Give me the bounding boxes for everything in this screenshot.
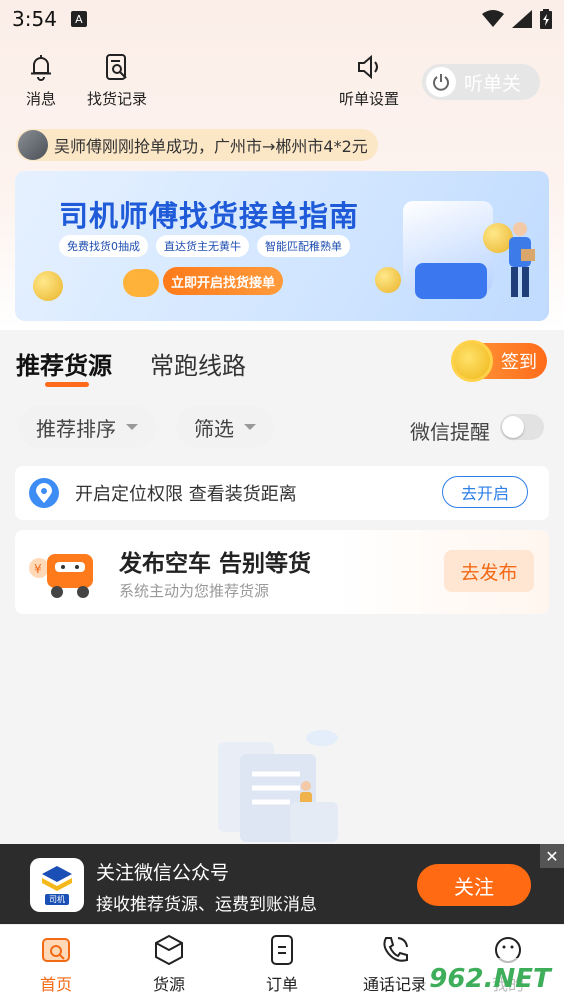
speaker-icon [358, 54, 378, 80]
avatar [18, 130, 48, 160]
empty-state-illustration [218, 730, 338, 842]
section-divider [0, 456, 564, 466]
wechat-remind-label: 微信提醒 [410, 420, 490, 444]
battery-icon [540, 9, 552, 29]
enable-location-button[interactable]: 去开启 [442, 476, 528, 508]
bell-icon [31, 55, 51, 81]
switch-knob [502, 416, 524, 438]
nav-label: 首页 [39, 975, 72, 994]
banner-feature: 免费找货0抽成 [59, 235, 148, 257]
signin-button[interactable]: 签到 [451, 340, 547, 382]
location-pin-icon [29, 478, 59, 508]
phone-icon [383, 937, 408, 962]
notification-a-icon: A [70, 11, 87, 27]
home-search-icon [42, 938, 70, 962]
site-watermark: 962.NET [424, 958, 556, 1000]
filter-dropdown[interactable]: 筛选 [176, 406, 274, 448]
power-icon [426, 67, 456, 97]
close-icon[interactable]: ✕ [540, 844, 564, 868]
location-permission-card: 开启定位权限 查看装货距离 去开启 [15, 466, 549, 520]
tab-recommended[interactable]: 推荐货源 [16, 346, 112, 381]
svg-text:¥: ¥ [34, 562, 42, 576]
app-logo: 司机 [30, 858, 84, 912]
banner-feature: 直达货主无黄牛 [156, 235, 249, 257]
publish-button[interactable]: 去发布 [444, 550, 534, 592]
wifi-icon [482, 10, 504, 27]
tab-routes[interactable]: 常跑线路 [150, 346, 246, 381]
wechat-follow-bar: 司机 关注微信公众号 接收推荐货源、运费到账消息 关注 ✕ [0, 844, 564, 924]
banner-feature: 智能匹配稚熟单 [257, 235, 350, 257]
signin-label: 签到 [501, 352, 537, 373]
logo-text: 司机 [45, 893, 69, 905]
nav-label: 订单 [265, 975, 298, 994]
messages-button[interactable]: 消息 [26, 52, 56, 109]
location-card-text: 开启定位权限 查看装货距离 [75, 484, 297, 505]
wechat-remind-switch[interactable] [500, 414, 544, 440]
caret-down-icon [244, 424, 256, 430]
messages-label: 消息 [26, 90, 57, 108]
wechat-bar-subtitle: 接收推荐货源、运费到账消息 [96, 895, 317, 915]
truck-icon: ¥ [29, 554, 93, 598]
banner-start-button[interactable]: 立即开启找货接单 [163, 267, 283, 295]
listen-toggle[interactable]: 听单关 [422, 64, 540, 100]
pointing-hand-icon [123, 269, 159, 297]
status-time: 3:54 [12, 7, 57, 31]
banner-features: 免费找货0抽成 直达货主无黄牛 智能匹配稚熟单 [59, 235, 350, 257]
publish-empty-truck-card: ¥ 发布空车 告别等货 系统主动为您推荐货源 去发布 [15, 530, 549, 614]
find-record-button[interactable]: 找货记录 [87, 52, 147, 109]
order-icon [271, 935, 293, 965]
nav-label: 货源 [152, 975, 185, 994]
nav-item-orders[interactable]: 订单 [237, 933, 327, 995]
active-tab-indicator [45, 382, 89, 387]
signal-icon [512, 10, 532, 28]
nav-label: 通话记录 [362, 975, 427, 994]
find-record-label: 找货记录 [87, 90, 148, 108]
search-document-icon [106, 54, 127, 80]
driver-illustration [509, 222, 535, 297]
listen-settings-button[interactable]: 听单设置 [339, 52, 399, 109]
nav-item-cargo[interactable]: 货源 [124, 933, 214, 995]
wechat-bar-title: 关注微信公众号 [96, 862, 230, 884]
sort-label: 推荐排序 [36, 416, 116, 441]
coin-icon [33, 271, 63, 301]
guide-banner[interactable]: 司机师傅找货接单指南 免费找货0抽成 直达货主无黄牛 智能匹配稚熟单 立即开启找… [15, 171, 549, 321]
sort-dropdown[interactable]: 推荐排序 [18, 406, 156, 448]
publish-card-subtitle: 系统主动为您推荐货源 [119, 582, 270, 600]
listen-toggle-label: 听单关 [464, 72, 522, 95]
caret-down-icon [126, 424, 138, 430]
follow-button[interactable]: 关注 [417, 864, 531, 906]
nav-item-home[interactable]: 首页 [11, 933, 101, 995]
wallet-illustration [415, 263, 487, 299]
coin-icon [375, 267, 401, 293]
box-icon [155, 934, 183, 966]
status-icons [482, 9, 552, 29]
banner-title: 司机师傅找货接单指南 [59, 199, 360, 233]
grab-order-notice: 吴师傅刚刚抢单成功，广州市→郴州市4*2元 [16, 129, 378, 161]
notice-text: 吴师傅刚刚抢单成功，广州市→郴州市4*2元 [54, 137, 368, 156]
status-bar: 3:54 A [0, 0, 564, 38]
filter-label: 筛选 [194, 416, 234, 441]
star-badge-icon [451, 340, 493, 382]
publish-card-title: 发布空车 告别等货 [119, 551, 312, 577]
listen-settings-label: 听单设置 [339, 90, 400, 108]
